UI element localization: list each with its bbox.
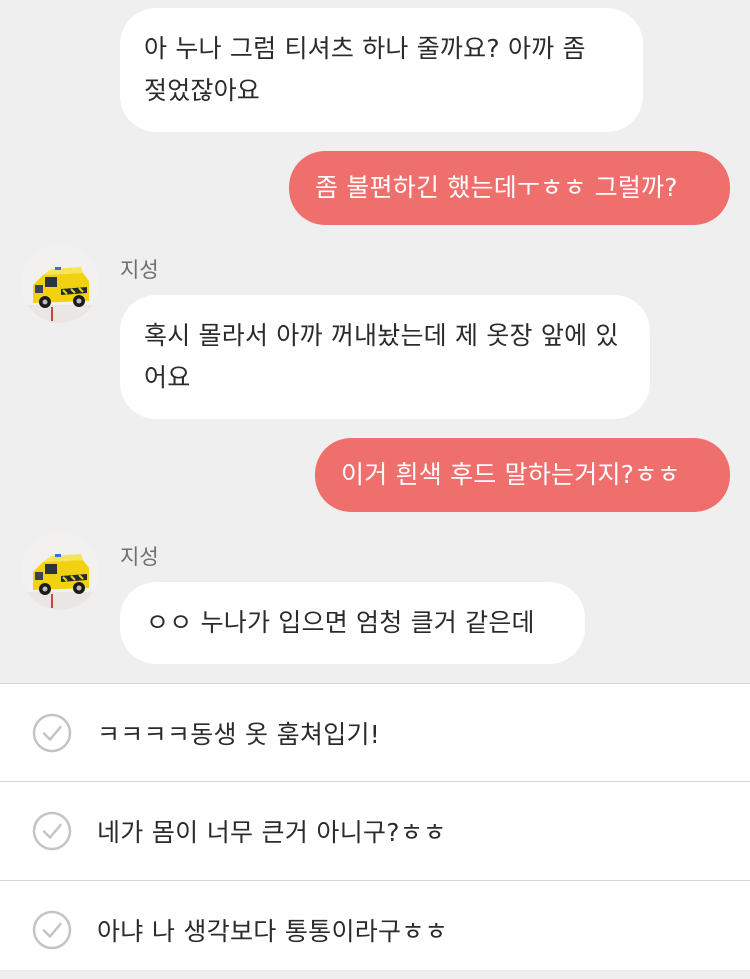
reply-choice-2[interactable]: 네가 몸이 너무 큰거 아니구?ㅎㅎ [0,782,750,880]
message-text: ㅇㅇ 누나가 입으면 엄청 클거 같은데 [146,608,535,637]
check-circle-icon [32,713,72,753]
avatar[interactable] [21,532,99,610]
outgoing-message-bubble: 이거 흰색 후드 말하는거지?ㅎㅎ [315,438,730,512]
message-text: 좀 불편하긴 했는데ㅜㅎㅎ 그럴까? [315,173,678,202]
reply-choices-panel: ㅋㅋㅋㅋ동생 옷 훔쳐입기! 네가 몸이 너무 큰거 아니구?ㅎㅎ 아냐 나 생… [0,683,750,970]
chat-area[interactable]: 아 누나 그럼 티셔츠 하나 줄까요? 아까 좀 젖었잖아요 좀 불편하긴 했는… [0,0,750,683]
avatar[interactable] [21,245,99,323]
incoming-message-bubble: 아 누나 그럼 티셔츠 하나 줄까요? 아까 좀 젖었잖아요 [120,8,643,132]
check-circle-icon [32,811,72,851]
reply-choice-3[interactable]: 아냐 나 생각보다 통통이라구ㅎㅎ [0,881,750,979]
incoming-message-bubble: ㅇㅇ 누나가 입으면 엄청 클거 같은데 [120,582,585,664]
check-circle-icon [32,910,72,950]
incoming-message-bubble: 혹시 몰라서 아까 꺼내놨는데 제 옷장 앞에 있어요 [120,295,650,419]
message-text: 혹시 몰라서 아까 꺼내놨는데 제 옷장 앞에 있어요 [144,321,619,392]
sender-name: 지성 [120,545,159,569]
ambulance-toy-icon [21,532,99,610]
message-text: 이거 흰색 후드 말하는거지?ㅎㅎ [341,460,681,489]
message-text: 아 누나 그럼 티셔츠 하나 줄까요? 아까 좀 젖었잖아요 [144,34,586,105]
choice-label: 아냐 나 생각보다 통통이라구ㅎㅎ [97,917,448,946]
sender-name: 지성 [120,258,159,282]
choice-label: 네가 몸이 너무 큰거 아니구?ㅎㅎ [97,818,447,847]
outgoing-message-bubble: 좀 불편하긴 했는데ㅜㅎㅎ 그럴까? [289,151,730,225]
reply-choice-1[interactable]: ㅋㅋㅋㅋ동생 옷 훔쳐입기! [0,684,750,782]
choice-label: ㅋㅋㅋㅋ동생 옷 훔쳐입기! [97,720,381,749]
ambulance-toy-icon [21,245,99,323]
